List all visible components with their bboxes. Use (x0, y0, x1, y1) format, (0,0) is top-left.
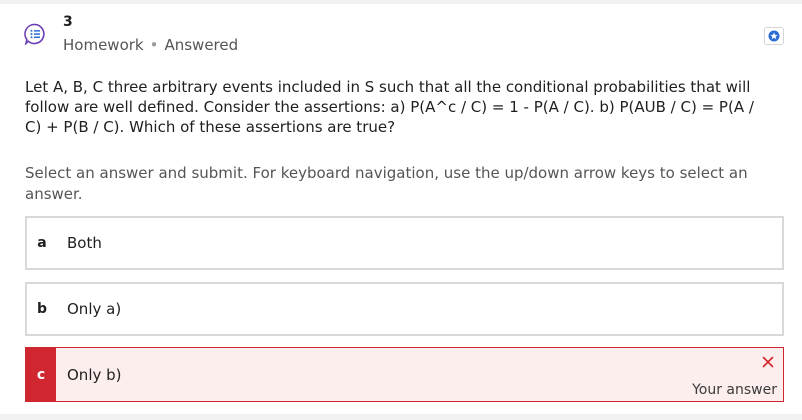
question-text: Let A, B, C three arbitrary events inclu… (25, 78, 754, 136)
question-meta: Homework • Answered (63, 35, 238, 55)
question-status-label: Answered (164, 36, 239, 54)
option-letter: a (37, 235, 47, 251)
question-bubble-icon (24, 23, 46, 47)
option-letter: b (36, 301, 48, 317)
flag-button[interactable] (764, 27, 784, 45)
question-type-label: Homework (63, 36, 144, 54)
close-x-icon (761, 354, 775, 368)
answer-option-b[interactable]: b Only a) (25, 282, 784, 336)
option-label: Both (67, 234, 102, 252)
star-badge-icon (768, 27, 780, 46)
your-answer-label: Your answer (692, 382, 777, 398)
answer-option-a[interactable]: a Both (25, 216, 784, 270)
answer-instructions: Select an answer and submit. For keyboar… (25, 164, 748, 203)
separator-dot: • (149, 36, 159, 54)
option-letter: c (26, 348, 56, 401)
question-card: 3 Homework • Answered Let A, B, C three ar… (0, 0, 802, 420)
answer-option-c[interactable]: c Only b) Your answer (25, 347, 784, 402)
question-number: 3 (63, 14, 73, 30)
option-label: Only a) (67, 300, 122, 318)
option-label: Only b) (67, 365, 122, 384)
